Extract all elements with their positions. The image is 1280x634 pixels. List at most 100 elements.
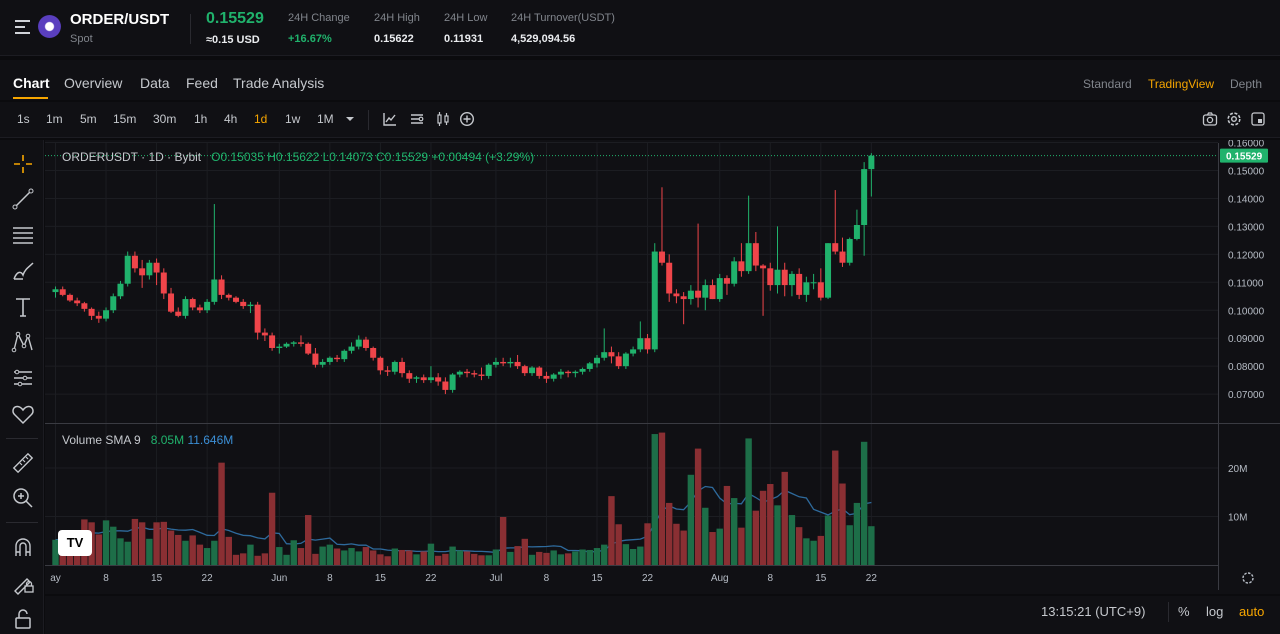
- heart-icon[interactable]: [11, 402, 35, 426]
- candle-body: [492, 361, 499, 365]
- timeframe-1d[interactable]: 1d: [254, 112, 267, 126]
- time-tick-label: ay: [50, 573, 61, 584]
- volume-bar: [442, 553, 449, 565]
- pattern-icon[interactable]: [11, 330, 35, 354]
- volume-bar: [211, 540, 218, 565]
- price-tick-label: 0.12000: [1228, 250, 1265, 261]
- candle-body: [781, 269, 788, 286]
- trend-line-icon[interactable]: [11, 187, 35, 211]
- candle-body: [413, 377, 420, 379]
- candle-body: [196, 307, 203, 311]
- time-tick-label: 8: [327, 573, 333, 584]
- timeframe-1m[interactable]: 1m: [46, 112, 63, 126]
- candle-body: [88, 308, 95, 316]
- volume-bar: [687, 474, 695, 565]
- timeframe-1h[interactable]: 1h: [194, 112, 207, 126]
- tab-trade-analysis[interactable]: Trade Analysis: [233, 75, 324, 91]
- volume-bar: [658, 432, 666, 565]
- tab-overview[interactable]: Overview: [64, 75, 122, 91]
- candle-body: [745, 243, 752, 272]
- lock-drawing-icon[interactable]: [11, 571, 35, 595]
- view-standard[interactable]: Standard: [1083, 77, 1132, 91]
- tab-feed[interactable]: Feed: [186, 75, 218, 91]
- fib-lines-icon[interactable]: [11, 223, 35, 247]
- stat-label: 24H Turnover(USDT): [511, 12, 615, 24]
- candle-body: [752, 243, 759, 266]
- magnet-icon[interactable]: [11, 536, 35, 560]
- footer-divider: [1168, 602, 1169, 622]
- tools-divider: [6, 522, 38, 523]
- candle-body: [225, 294, 232, 298]
- tradingview-logo[interactable]: TV: [58, 530, 92, 556]
- tab-chart[interactable]: Chart: [13, 75, 50, 91]
- candle-body: [731, 261, 738, 284]
- menu-icon[interactable]: [15, 20, 30, 34]
- timeframe-1M[interactable]: 1M: [317, 112, 334, 126]
- volume-bar: [644, 523, 651, 565]
- volume-bar: [463, 551, 471, 565]
- zoom-in-icon[interactable]: [11, 486, 35, 510]
- volume-bar: [716, 528, 723, 565]
- crosshair-icon[interactable]: [11, 152, 35, 176]
- view-tradingview[interactable]: TradingView: [1148, 77, 1214, 91]
- camera-icon[interactable]: [1202, 111, 1218, 127]
- volume-bar: [586, 549, 593, 565]
- candle-body: [254, 304, 261, 333]
- volume-bar: [817, 535, 825, 565]
- volume-bar: [305, 515, 312, 565]
- candle-body: [160, 272, 167, 294]
- text-tool-icon[interactable]: [11, 295, 35, 319]
- timeframe-dropdown-icon[interactable]: [344, 113, 356, 125]
- volume-bar: [723, 485, 731, 565]
- timeframe-5m[interactable]: 5m: [80, 112, 97, 126]
- chart-area[interactable]: 0.16000 0.15000 0.14000 0.13000 0.12000 0.110…: [45, 139, 1280, 594]
- brush-icon[interactable]: [11, 259, 35, 283]
- volume-bar: [218, 462, 225, 565]
- candle-body: [362, 339, 369, 348]
- timeframe-1s[interactable]: 1s: [17, 112, 30, 126]
- time-tick-label: Aug: [711, 573, 729, 584]
- candle-body: [644, 338, 651, 350]
- candle-body: [52, 289, 59, 293]
- timeframe-15m[interactable]: 15m: [113, 112, 136, 126]
- candle-body: [767, 268, 774, 286]
- ruler-icon[interactable]: [11, 451, 35, 475]
- fullscreen-icon[interactable]: [1250, 111, 1266, 127]
- pair-name[interactable]: ORDER/USDT: [70, 11, 169, 28]
- candle-body: [449, 374, 456, 390]
- volume-bar: [507, 551, 514, 565]
- candlestick-chart[interactable]: 0.16000 0.15000 0.14000 0.13000 0.12000 0.110…: [45, 139, 1280, 594]
- volume-bar: [348, 548, 355, 565]
- indicators-icon[interactable]: [382, 111, 398, 127]
- volume-bar: [384, 556, 391, 565]
- volume-bar: [767, 484, 774, 565]
- candle-body: [832, 243, 839, 252]
- candle-body: [702, 285, 709, 298]
- axis-gear-icon[interactable]: [1242, 572, 1254, 584]
- candle-body: [507, 361, 514, 364]
- view-depth[interactable]: Depth: [1230, 77, 1262, 91]
- forecast-icon[interactable]: [11, 366, 35, 390]
- candle-body: [853, 225, 860, 239]
- timeframe-1w[interactable]: 1w: [285, 112, 300, 126]
- volume-bar: [868, 526, 875, 565]
- timeframe-30m[interactable]: 30m: [153, 112, 176, 126]
- candle-body: [355, 339, 362, 347]
- chart-toolbar: 1s 1m 5m 15m 30m 1h 4h 1d 1w 1M: [0, 102, 1280, 138]
- volume-bar: [240, 553, 247, 565]
- add-icon[interactable]: [459, 111, 475, 127]
- log-scale-button[interactable]: log: [1206, 604, 1223, 619]
- lock-icon[interactable]: [11, 607, 35, 631]
- candle-body: [124, 255, 131, 284]
- chart-settings-icon[interactable]: [409, 111, 425, 127]
- percent-scale-button[interactable]: %: [1178, 604, 1190, 619]
- tab-data[interactable]: Data: [140, 75, 170, 91]
- candle-body: [817, 282, 824, 298]
- time-tick-label: 22: [202, 573, 214, 584]
- timeframe-4h[interactable]: 4h: [224, 112, 237, 126]
- candle-type-icon[interactable]: [435, 111, 451, 127]
- gear-icon[interactable]: [1226, 111, 1242, 127]
- auto-scale-button[interactable]: auto: [1239, 604, 1264, 619]
- volume-bar: [225, 536, 232, 565]
- candle-body: [695, 290, 702, 298]
